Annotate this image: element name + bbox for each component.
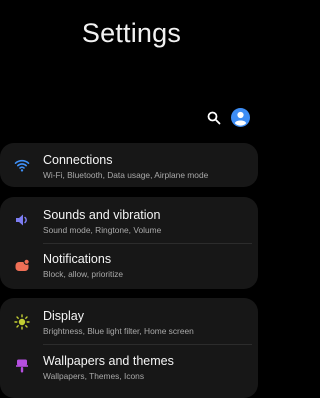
item-label: Display xyxy=(43,309,84,323)
wifi-icon xyxy=(14,159,30,172)
search-icon[interactable] xyxy=(207,111,221,125)
notifications-icon xyxy=(15,258,30,271)
settings-item-display[interactable]: Display Brightness, Blue light filter, H… xyxy=(0,298,258,344)
brightness-icon xyxy=(14,314,30,330)
sounds-notifications-card: Sounds and vibration Sound mode, Rington… xyxy=(0,197,258,289)
item-label: Sounds and vibration xyxy=(43,208,161,222)
item-subtitle: Brightness, Blue light filter, Home scre… xyxy=(43,326,194,336)
display-wallpapers-card: Display Brightness, Blue light filter, H… xyxy=(0,298,258,398)
item-subtitle: Block, allow, prioritize xyxy=(43,269,124,279)
connections-card: Connections Wi-Fi, Bluetooth, Data usage… xyxy=(0,143,258,187)
volume-icon xyxy=(16,214,27,226)
item-label: Connections xyxy=(43,153,113,167)
brush-icon xyxy=(16,359,28,373)
item-label: Wallpapers and themes xyxy=(43,354,174,368)
settings-item-wallpapers[interactable]: Wallpapers and themes Wallpapers, Themes… xyxy=(0,344,258,390)
item-subtitle: Wi-Fi, Bluetooth, Data usage, Airplane m… xyxy=(43,170,209,180)
settings-item-sounds[interactable]: Sounds and vibration Sound mode, Rington… xyxy=(0,197,258,243)
account-icon[interactable] xyxy=(231,108,250,127)
page-title: Settings xyxy=(81,18,182,48)
settings-item-connections[interactable]: Connections Wi-Fi, Bluetooth, Data usage… xyxy=(0,143,258,189)
item-label: Notifications xyxy=(43,252,112,266)
item-subtitle: Wallpapers, Themes, Icons xyxy=(43,371,145,381)
item-subtitle: Sound mode, Ringtone, Volume xyxy=(43,225,162,235)
settings-item-notifications[interactable]: Notifications Block, allow, prioritize xyxy=(0,243,258,289)
